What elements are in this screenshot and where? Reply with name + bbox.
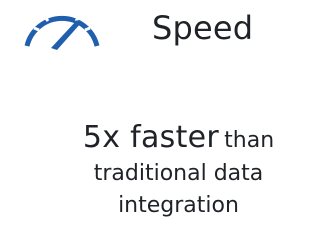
stat-highlight: 5x faster [82, 120, 220, 155]
stat-line-1: 5x faster than [34, 118, 323, 158]
stat-description: 5x faster than traditional data integrat… [0, 118, 323, 222]
stat-suffix: than [224, 128, 275, 153]
feature-header: Speed [0, 0, 323, 60]
stat-line-2: traditional data [93, 161, 264, 186]
feature-title: Speed [152, 9, 254, 47]
speedometer-icon [24, 10, 100, 50]
stat-line-3: integration [118, 193, 239, 218]
